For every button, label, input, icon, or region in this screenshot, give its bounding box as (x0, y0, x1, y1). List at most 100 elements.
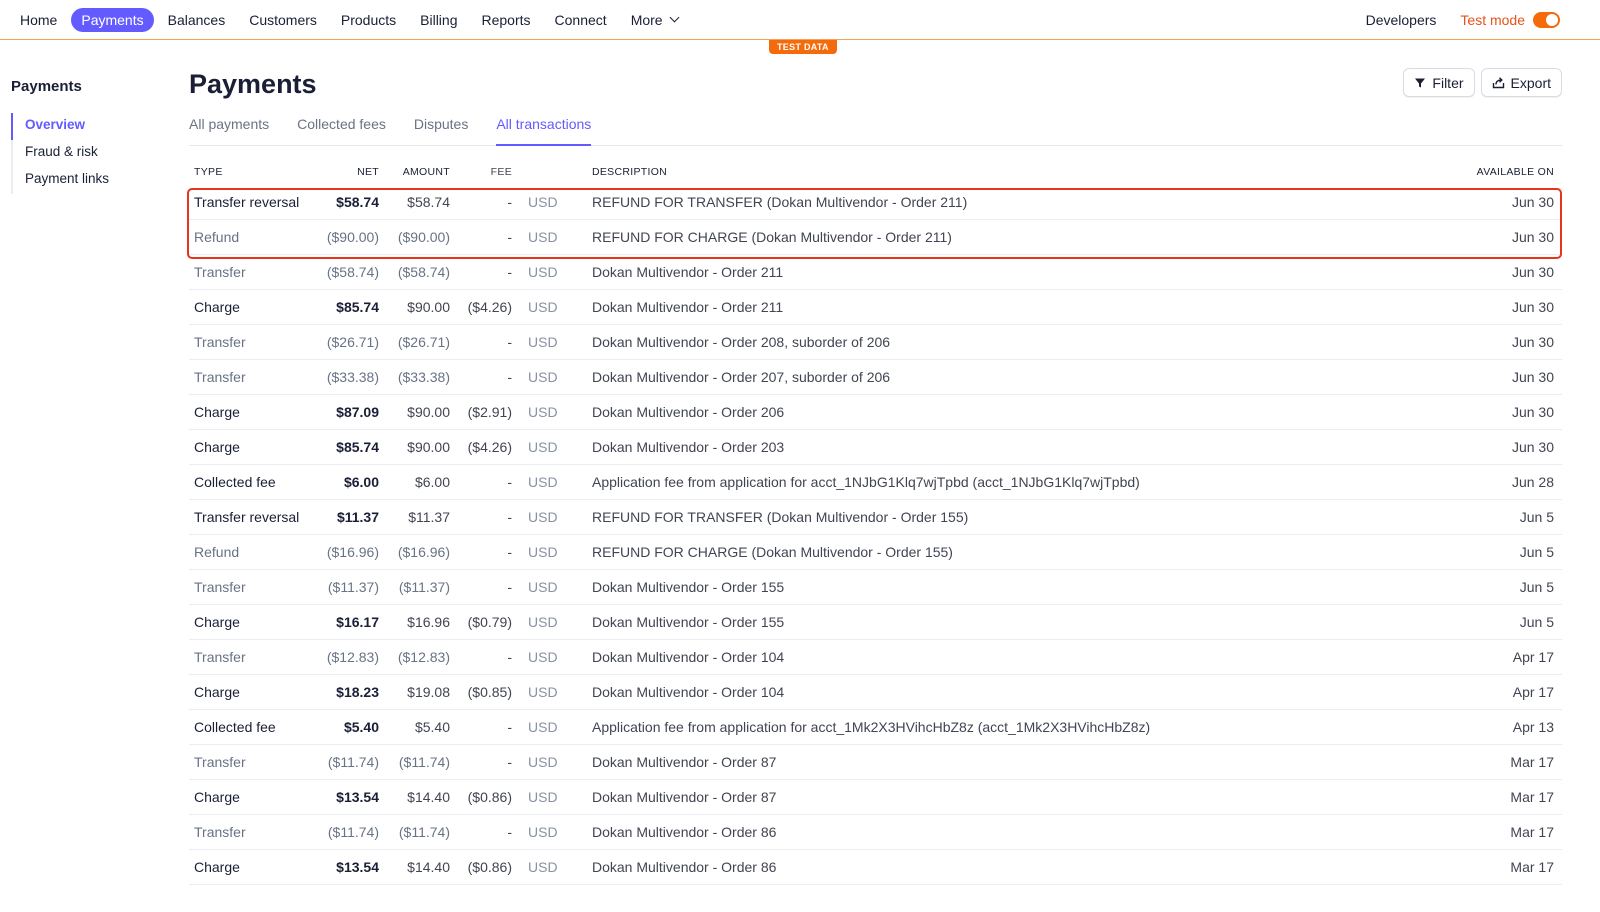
filter-button[interactable]: Filter (1403, 68, 1475, 97)
cell-description: REFUND FOR TRANSFER (Dokan Multivendor -… (592, 509, 969, 525)
cell-available-on: Jun 30 (1511, 439, 1554, 455)
cell-fee: - (507, 194, 512, 210)
cell-amount: $58.74 (407, 194, 450, 210)
cell-amount: $16.96 (407, 614, 450, 630)
tab-disputes[interactable]: Disputes (414, 112, 468, 146)
cell-currency: USD (528, 334, 558, 350)
tab-all-payments[interactable]: All payments (189, 112, 269, 146)
nav-item-products[interactable]: Products (331, 8, 406, 32)
nav-item-connect[interactable]: Connect (545, 8, 617, 32)
cell-type: Transfer (194, 649, 246, 665)
table-row[interactable]: Collected fee $6.00 $6.00 - USD Application f… (189, 465, 1562, 500)
header-amount[interactable]: AMOUNT (379, 166, 450, 178)
nav-item-billing[interactable]: Billing (410, 8, 467, 32)
cell-amount: $90.00 (407, 299, 450, 315)
nav-item-more[interactable]: More (621, 8, 688, 32)
table-row[interactable]: Charge $87.09 $90.00 ($2.91) USD Dokan Multiv… (189, 395, 1562, 430)
cell-available-on: Apr 17 (1512, 649, 1554, 665)
cell-available-on: Jun 30 (1511, 229, 1554, 245)
export-label: Export (1510, 74, 1551, 91)
table-row[interactable]: Charge $16.17 $16.96 ($0.79) USD Dokan Multiv… (189, 605, 1562, 640)
cell-amount: $5.40 (414, 719, 450, 735)
table-row[interactable]: Charge $13.54 $14.40 ($0.86) USD Dokan Multiv… (189, 780, 1562, 815)
cell-description: Application fee from application for acc… (592, 719, 1151, 735)
cell-description: Dokan Multivendor - Order 211 (592, 299, 784, 315)
cell-type: Charge (194, 439, 240, 455)
nav-item-payments[interactable]: Payments (71, 7, 154, 32)
top-navigation: Home Payments Balances Customers Products Bil… (0, 0, 1600, 40)
cell-net: ($58.74) (326, 264, 379, 280)
table-row[interactable]: Charge $18.23 $19.08 ($0.85) USD Dokan Multiv… (189, 675, 1562, 710)
cell-amount: ($11.74) (398, 754, 450, 770)
cell-fee: ($0.86) (467, 789, 512, 805)
tab-collected-fees[interactable]: Collected fees (297, 112, 386, 146)
table-row[interactable]: Charge $13.54 $14.40 ($0.86) USD Dokan Multiv… (189, 850, 1562, 885)
table-row[interactable]: Transfer reversal $11.37 $11.37 - USD REFUND … (189, 500, 1562, 535)
sidebar-item-payment-links[interactable]: Payment links (11, 167, 161, 194)
cell-net: $18.23 (336, 684, 379, 700)
cell-currency: USD (528, 684, 558, 700)
cell-net: $85.74 (336, 439, 379, 455)
cell-type: Transfer (194, 754, 246, 770)
cell-amount: $90.00 (407, 439, 450, 455)
cell-amount: ($33.38) (397, 369, 450, 385)
cell-currency: USD (528, 509, 558, 525)
nav-item-home[interactable]: Home (10, 8, 67, 32)
header-type[interactable]: TYPE (189, 166, 313, 178)
cell-description: Dokan Multivendor - Order 86 (592, 859, 777, 875)
table-row[interactable]: Transfer ($11.74) ($11.74) - USD Dokan Multiv… (189, 815, 1562, 850)
cell-type: Transfer (194, 264, 246, 280)
cell-description: Dokan Multivendor - Order 211 (592, 264, 784, 280)
table-row[interactable]: Transfer ($12.83) ($12.83) - USD Dokan Multiv… (189, 640, 1562, 675)
cell-available-on: Jun 30 (1511, 334, 1554, 350)
toggle-switch-icon[interactable] (1533, 12, 1560, 28)
table-row[interactable]: Collected fee $5.40 $5.40 - USD Application f… (189, 710, 1562, 745)
table-row[interactable]: Transfer reversal $58.74 $58.74 - USD REFUND … (189, 185, 1562, 220)
cell-type: Transfer (194, 824, 246, 840)
export-icon (1492, 77, 1504, 89)
table-row[interactable]: Charge $85.74 $90.00 ($4.26) USD Dokan Multiv… (189, 430, 1562, 465)
developers-link[interactable]: Developers (1366, 12, 1437, 28)
cell-fee: ($0.79) (467, 614, 512, 630)
cell-fee: - (507, 544, 512, 560)
cell-net: ($16.96) (326, 544, 379, 560)
header-available-on[interactable]: AVAILABLE ON (1402, 166, 1562, 178)
sidebar-item-fraud-risk[interactable]: Fraud & risk (11, 140, 161, 167)
table-row[interactable]: Transfer ($11.37) ($11.37) - USD Dokan Multiv… (189, 570, 1562, 605)
cell-amount: ($11.37) (398, 579, 450, 595)
table-row[interactable]: Transfer ($33.38) ($33.38) - USD Dokan Multiv… (189, 360, 1562, 395)
table-row[interactable]: Transfer ($26.71) ($26.71) - USD Dokan Multiv… (189, 325, 1562, 360)
table-row[interactable]: Transfer ($11.74) ($11.74) - USD Dokan Multiv… (189, 745, 1562, 780)
table-body: Transfer reversal $58.74 $58.74- USD REFUND … (189, 185, 1562, 885)
header-fee[interactable]: FEE (450, 166, 512, 178)
cell-type: Charge (194, 684, 240, 700)
nav-item-customers[interactable]: Customers (239, 8, 327, 32)
cell-available-on: Jun 5 (1519, 509, 1554, 525)
cell-currency: USD (528, 719, 558, 735)
tab-all-transactions[interactable]: All transactions (496, 112, 592, 146)
cell-description: Application fee from application for acc… (592, 474, 1140, 490)
header-net[interactable]: NET (313, 166, 379, 178)
nav-item-reports[interactable]: Reports (472, 8, 541, 32)
cell-available-on: Apr 13 (1512, 719, 1554, 735)
cell-fee: - (507, 719, 512, 735)
cell-net: $13.54 (336, 859, 379, 875)
table-row[interactable]: Refund ($90.00) ($90.00) - USD REFUND FOR CHA… (189, 220, 1562, 255)
table-row[interactable]: Refund ($16.96) ($16.96) - USD REFUND FOR CHA… (189, 535, 1562, 570)
sidebar-item-overview[interactable]: Overview (11, 113, 161, 140)
cell-description: Dokan Multivendor - Order 208, suborder … (592, 334, 891, 350)
cell-amount: $11.37 (408, 509, 450, 525)
sidebar: Payments Overview Fraud & risk Payment lin… (11, 78, 161, 194)
cell-type: Refund (194, 229, 240, 245)
nav-item-balances[interactable]: Balances (158, 8, 236, 32)
export-button[interactable]: Export (1480, 68, 1562, 97)
test-mode-toggle[interactable]: Test mode (1460, 12, 1560, 28)
table-row[interactable]: Charge $85.74 $90.00 ($4.26) USD Dokan Multiv… (189, 290, 1562, 325)
cell-currency: USD (528, 859, 558, 875)
cell-type: Transfer (194, 369, 246, 385)
table-row[interactable]: Transfer ($58.74) ($58.74) - USD Dokan Multiv… (189, 255, 1562, 290)
nav-items: Home Payments Balances Customers Products Bil… (0, 7, 692, 32)
header-description[interactable]: DESCRIPTION (592, 166, 1402, 178)
cell-available-on: Jun 30 (1511, 369, 1554, 385)
cell-currency: USD (528, 229, 558, 245)
